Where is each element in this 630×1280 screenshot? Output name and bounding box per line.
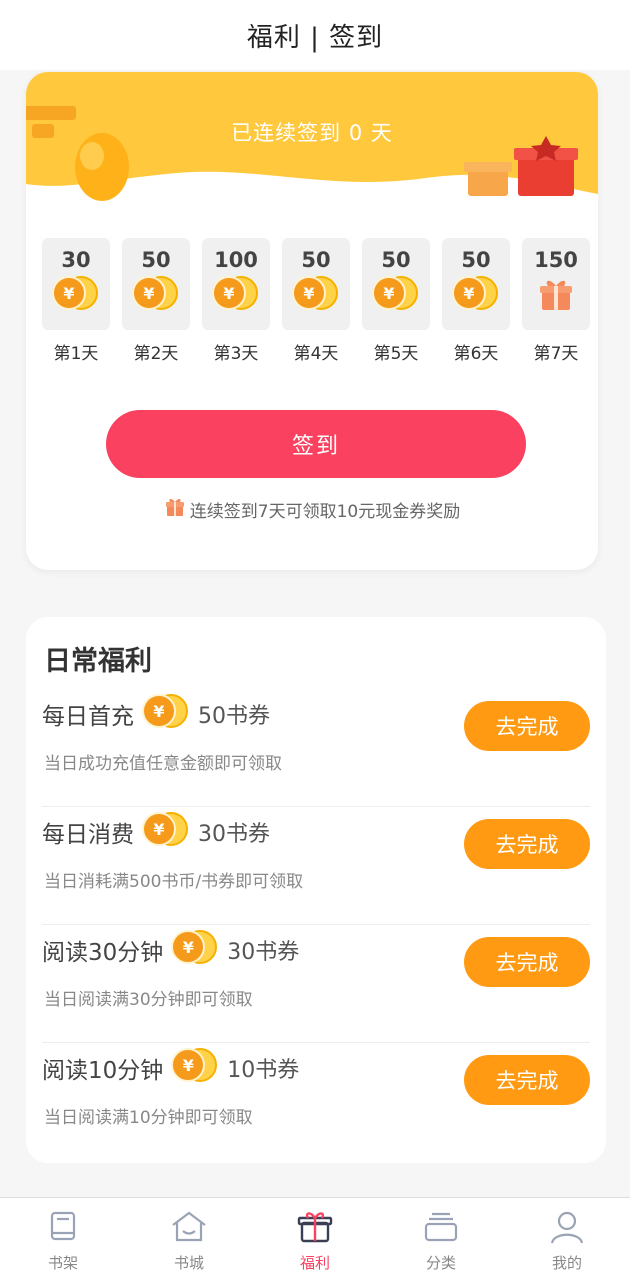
day-amount: 50 [301, 248, 331, 272]
task-name: 每日消费 [42, 822, 134, 848]
task-reward: 50书券 [198, 704, 270, 729]
day-amount: 50 [461, 248, 491, 272]
tab-category[interactable]: 分类 [396, 1198, 486, 1280]
tab-bookstore[interactable]: 书城 [144, 1198, 234, 1280]
task-name: 阅读30分钟 [42, 940, 164, 966]
day-reward-box: 50 ¥ [282, 238, 350, 330]
task-complete-button[interactable]: 去完成 [464, 1055, 590, 1105]
day-reward-box: 50 ¥ [122, 238, 190, 330]
tab-bookshelf[interactable]: 书架 [18, 1198, 108, 1280]
gift-icon [532, 276, 580, 314]
day-amount: 50 [381, 248, 411, 272]
tab-label: 我的 [551, 1254, 582, 1272]
tab-label: 书架 [47, 1254, 78, 1272]
task-complete-button[interactable]: 去完成 [464, 701, 590, 751]
bookshelf-icon [46, 1210, 80, 1248]
reward-tip-text: 连续签到7天可领取10元现金券奖励 [189, 502, 461, 522]
gift-icon [296, 1210, 334, 1248]
signin-days: 30 ¥ 第1天 50 ¥ 第2天 100 ¥ 第3天 50 ¥ 第4天 50 … [42, 238, 590, 364]
day-label: 第3天 [213, 344, 259, 364]
tab-label: 福利 [299, 1254, 330, 1272]
coin-icon: ¥ [372, 276, 420, 314]
day-label: 第4天 [293, 344, 339, 364]
page-title: 福利 | 签到 [246, 22, 384, 53]
signin-card: 已连续签到 0 天 30 ¥ 第1天 50 ¥ 第2天 100 ¥ 第3天 50… [26, 72, 598, 570]
day-reward-box: 150 [522, 238, 590, 330]
profile-icon [548, 1210, 586, 1248]
task-name: 阅读10分钟 [42, 1058, 164, 1084]
day-item-3: 100 ¥ 第3天 [202, 238, 270, 364]
day-reward-box: 30 ¥ [42, 238, 110, 330]
task-complete-button[interactable]: 去完成 [464, 937, 590, 987]
day-item-6: 50 ¥ 第6天 [442, 238, 510, 364]
top-header: 福利 | 签到 [0, 0, 630, 70]
task-complete-button[interactable]: 去完成 [464, 819, 590, 869]
task-item: 阅读30分钟 ¥ 30书券 当日阅读满30分钟即可领取 去完成 [42, 925, 590, 1043]
coin-icon: ¥ [212, 276, 260, 314]
task-item: 每日首充 ¥ 50书券 当日成功充值任意金额即可领取 去完成 [42, 689, 590, 807]
day-label: 第2天 [133, 344, 179, 364]
day-reward-box: 100 ¥ [202, 238, 270, 330]
task-reward: 10书券 [227, 1058, 300, 1083]
day-amount: 30 [61, 248, 91, 272]
coin-icon: ¥ [142, 812, 188, 852]
tab-welfare[interactable]: 福利 [270, 1198, 360, 1280]
task-description: 当日阅读满10分钟即可领取 [44, 1108, 253, 1128]
day-amount: 100 [214, 248, 258, 272]
task-description: 当日阅读满30分钟即可领取 [44, 990, 253, 1010]
day-item-1: 30 ¥ 第1天 [42, 238, 110, 364]
tab-label: 分类 [425, 1254, 456, 1272]
tab-profile[interactable]: 我的 [522, 1198, 612, 1280]
task-item: 阅读10分钟 ¥ 10书券 当日阅读满10分钟即可领取 去完成 [42, 1043, 590, 1161]
category-icon [422, 1210, 460, 1248]
sign-in-button[interactable]: 签到 [106, 410, 526, 478]
day-label: 第6天 [453, 344, 499, 364]
coin-icon: ¥ [452, 276, 500, 314]
tab-label: 书城 [173, 1254, 204, 1272]
task-reward: 30书券 [198, 822, 270, 847]
daily-welfare-card: 日常福利 每日首充 ¥ 50书券 当日成功充值任意金额即可领取 去完成 每日消费… [26, 617, 606, 1163]
day-item-4: 50 ¥ 第4天 [282, 238, 350, 364]
coin-icon: ¥ [142, 694, 188, 734]
day-amount: 150 [534, 248, 578, 272]
task-description: 当日成功充值任意金额即可领取 [44, 754, 282, 774]
day-item-2: 50 ¥ 第2天 [122, 238, 190, 364]
day-item-5: 50 ¥ 第5天 [362, 238, 430, 364]
day-reward-box: 50 ¥ [442, 238, 510, 330]
task-reward: 30书券 [227, 940, 300, 965]
streak-text: 已连续签到 0 天 [231, 121, 393, 145]
task-description: 当日消耗满500书币/书券即可领取 [44, 872, 304, 892]
day-item-7: 150 第7天 [522, 238, 590, 364]
day-reward-box: 50 ¥ [362, 238, 430, 330]
gift-icon [164, 497, 186, 522]
day-label: 第1天 [53, 344, 99, 364]
coin-icon: ¥ [132, 276, 180, 314]
bookstore-icon [170, 1210, 208, 1248]
coin-icon: ¥ [52, 276, 100, 314]
coin-icon: ¥ [171, 1048, 218, 1088]
coin-icon: ¥ [171, 930, 218, 970]
section-title: 日常福利 [44, 646, 152, 677]
coin-icon: ¥ [292, 276, 340, 314]
day-label: 第7天 [533, 344, 579, 364]
day-amount: 50 [141, 248, 171, 272]
task-name: 每日首充 [42, 704, 134, 730]
bottom-tab-bar: 书架 书城 福利 分类 我的 [0, 1197, 630, 1280]
day-label: 第5天 [373, 344, 419, 364]
reward-tip: 连续签到7天可领取10元现金券奖励 [26, 497, 598, 522]
task-item: 每日消费 ¥ 30书券 当日消耗满500书币/书券即可领取 去完成 [42, 807, 590, 925]
